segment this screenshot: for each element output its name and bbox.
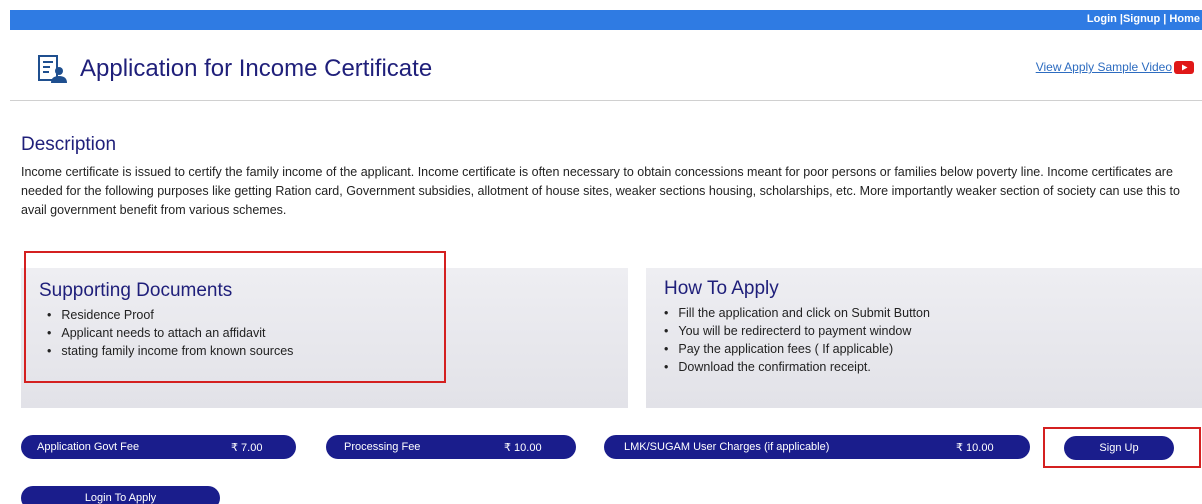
user-charges-badge: LMK/SUGAM User Charges (if applicable) ₹… <box>604 435 1030 459</box>
top-nav-links[interactable]: Login |Signup | Home <box>1087 13 1200 25</box>
page-title: Application for Income Certificate <box>80 55 433 82</box>
processing-fee-label: Processing Fee <box>344 441 421 453</box>
list-item: Fill the application and click on Submit… <box>664 304 1202 322</box>
govt-fee-amount: ₹ 7.00 <box>231 442 263 454</box>
user-charges-label: LMK/SUGAM User Charges (if applicable) <box>624 441 830 453</box>
application-govt-fee-badge: Application Govt Fee ₹ 7.00 <box>21 435 296 459</box>
login-to-apply-button[interactable]: Login To Apply <box>21 486 220 504</box>
video-link-label[interactable]: View Apply Sample Video <box>1036 60 1172 74</box>
how-to-apply-list: Fill the application and click on Submit… <box>664 304 1202 376</box>
govt-fee-label: Application Govt Fee <box>37 441 140 453</box>
supporting-documents-highlight <box>24 251 446 383</box>
view-sample-video-link[interactable]: View Apply Sample Video <box>1036 60 1194 74</box>
list-item: Download the confirmation receipt. <box>664 358 1202 376</box>
processing-fee-amount: ₹ 10.00 <box>504 442 542 454</box>
description-text: Income certificate is issued to certify … <box>21 165 1180 217</box>
list-item: Pay the application fees ( If applicable… <box>664 340 1202 358</box>
how-to-apply-heading: How To Apply <box>664 278 779 299</box>
youtube-play-icon[interactable] <box>1174 60 1194 74</box>
processing-fee-badge: Processing Fee ₹ 10.00 <box>326 435 576 459</box>
user-charges-amount: ₹ 10.00 <box>956 442 994 454</box>
page-header: Application for Income Certificate <box>36 52 432 86</box>
document-user-icon <box>38 55 67 83</box>
description-heading: Description <box>21 134 117 155</box>
list-item: You will be redirecterd to payment windo… <box>664 322 1202 340</box>
sign-up-button[interactable]: Sign Up <box>1064 436 1174 460</box>
top-nav-links-text[interactable]: Login |Signup | Home <box>1087 13 1200 25</box>
header-divider <box>10 100 1202 101</box>
top-nav-bar: Login |Signup | Home <box>10 10 1202 30</box>
how-to-apply-panel: How To Apply Fill the application and cl… <box>646 268 1202 408</box>
